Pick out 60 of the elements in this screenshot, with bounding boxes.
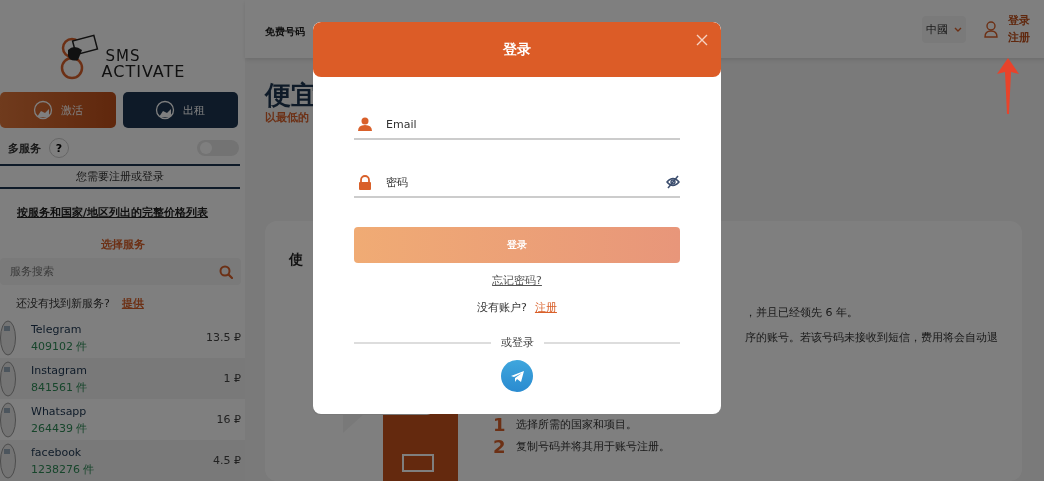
lock-icon bbox=[358, 174, 372, 190]
telegram-login-button[interactable] bbox=[501, 360, 533, 392]
suggest-text: 还没有找到新服务? bbox=[16, 296, 110, 311]
service-name: Instagram bbox=[31, 362, 88, 379]
modal-title: 登录 bbox=[503, 40, 531, 59]
step-number: 2 bbox=[493, 435, 506, 457]
service-price: 13.5 ₽ bbox=[206, 331, 241, 344]
step-number: 1 bbox=[493, 413, 506, 435]
service-row[interactable]: Instagram 841561 件 1 ₽ bbox=[0, 358, 245, 399]
step-text: 选择所需的国家和项目。 bbox=[515, 416, 637, 432]
divider-text: 或登录 bbox=[500, 335, 534, 350]
eye-slash-icon[interactable] bbox=[666, 175, 680, 189]
nav-link[interactable]: 免费号码 bbox=[265, 25, 305, 37]
broken-image-icon bbox=[0, 319, 16, 356]
logo-mark-icon bbox=[59, 34, 100, 80]
service-price: 4.5 ₽ bbox=[213, 454, 241, 467]
service-count: 1238276 件 bbox=[31, 461, 96, 478]
card-title: 使 bbox=[289, 251, 304, 269]
service-name: facebook bbox=[31, 444, 83, 461]
help-button[interactable]: ? bbox=[49, 138, 69, 158]
price-list-link[interactable]: 按服务和国家/地区列出的完整价格列表 bbox=[17, 206, 209, 219]
section-title: 选择服务 bbox=[99, 237, 146, 253]
mode-icon bbox=[32, 100, 53, 120]
country-select[interactable]: 中國 bbox=[922, 15, 966, 43]
broken-image-icon bbox=[0, 442, 16, 479]
logo-text: ACTIVATE bbox=[101, 64, 186, 80]
card-text: ，并且已经领先 6 年。 bbox=[745, 305, 859, 320]
broken-image-icon bbox=[0, 360, 16, 397]
register-link[interactable]: 注册 bbox=[1008, 29, 1030, 46]
close-icon[interactable] bbox=[696, 34, 708, 46]
search-icon bbox=[219, 265, 233, 279]
page-subtitle: 以最低的 bbox=[265, 110, 309, 125]
logo[interactable]: SMS ACTIVATE bbox=[0, 0, 245, 80]
service-price: 16 ₽ bbox=[216, 413, 241, 426]
service-row[interactable]: facebook 1238276 件 4.5 ₽ bbox=[0, 440, 245, 481]
mode-tab[interactable]: 激活 bbox=[0, 92, 116, 128]
login-button[interactable]: 登录 bbox=[354, 227, 680, 263]
service-name: Telegram bbox=[31, 321, 83, 338]
mode-tab[interactable]: 出租 bbox=[122, 92, 238, 128]
service-count: 841561 件 bbox=[31, 379, 89, 396]
auth-notice: 您需要注册或登录 bbox=[0, 164, 240, 189]
forgot-password-link[interactable]: 忘记密码? bbox=[492, 274, 542, 287]
step-text: 复制号码并将其用于账号注册。 bbox=[515, 438, 670, 454]
chevron-icon bbox=[954, 26, 962, 32]
multi-service-label: 多服务 bbox=[8, 140, 41, 156]
login-link[interactable]: 登录 bbox=[1008, 12, 1030, 29]
broken-image-icon bbox=[0, 401, 16, 438]
service-count: 264439 件 bbox=[31, 420, 89, 437]
user-icon bbox=[358, 117, 372, 131]
service-name: Whatsapp bbox=[31, 403, 88, 420]
card-text: 序的账号。若该号码未接收到短信，费用将会自动退 bbox=[745, 330, 998, 345]
service-price: 1 ₽ bbox=[223, 372, 241, 385]
register-link[interactable]: 注册 bbox=[534, 301, 557, 314]
user-icon bbox=[984, 20, 998, 38]
logo-text: SMS bbox=[104, 49, 142, 64]
no-account-text: 没有账户? bbox=[477, 301, 527, 314]
mode-icon bbox=[155, 100, 176, 120]
service-count: 409102 件 bbox=[31, 338, 89, 355]
annotation-arrow bbox=[997, 58, 1019, 114]
suggest-link[interactable]: 提供 bbox=[121, 296, 144, 311]
